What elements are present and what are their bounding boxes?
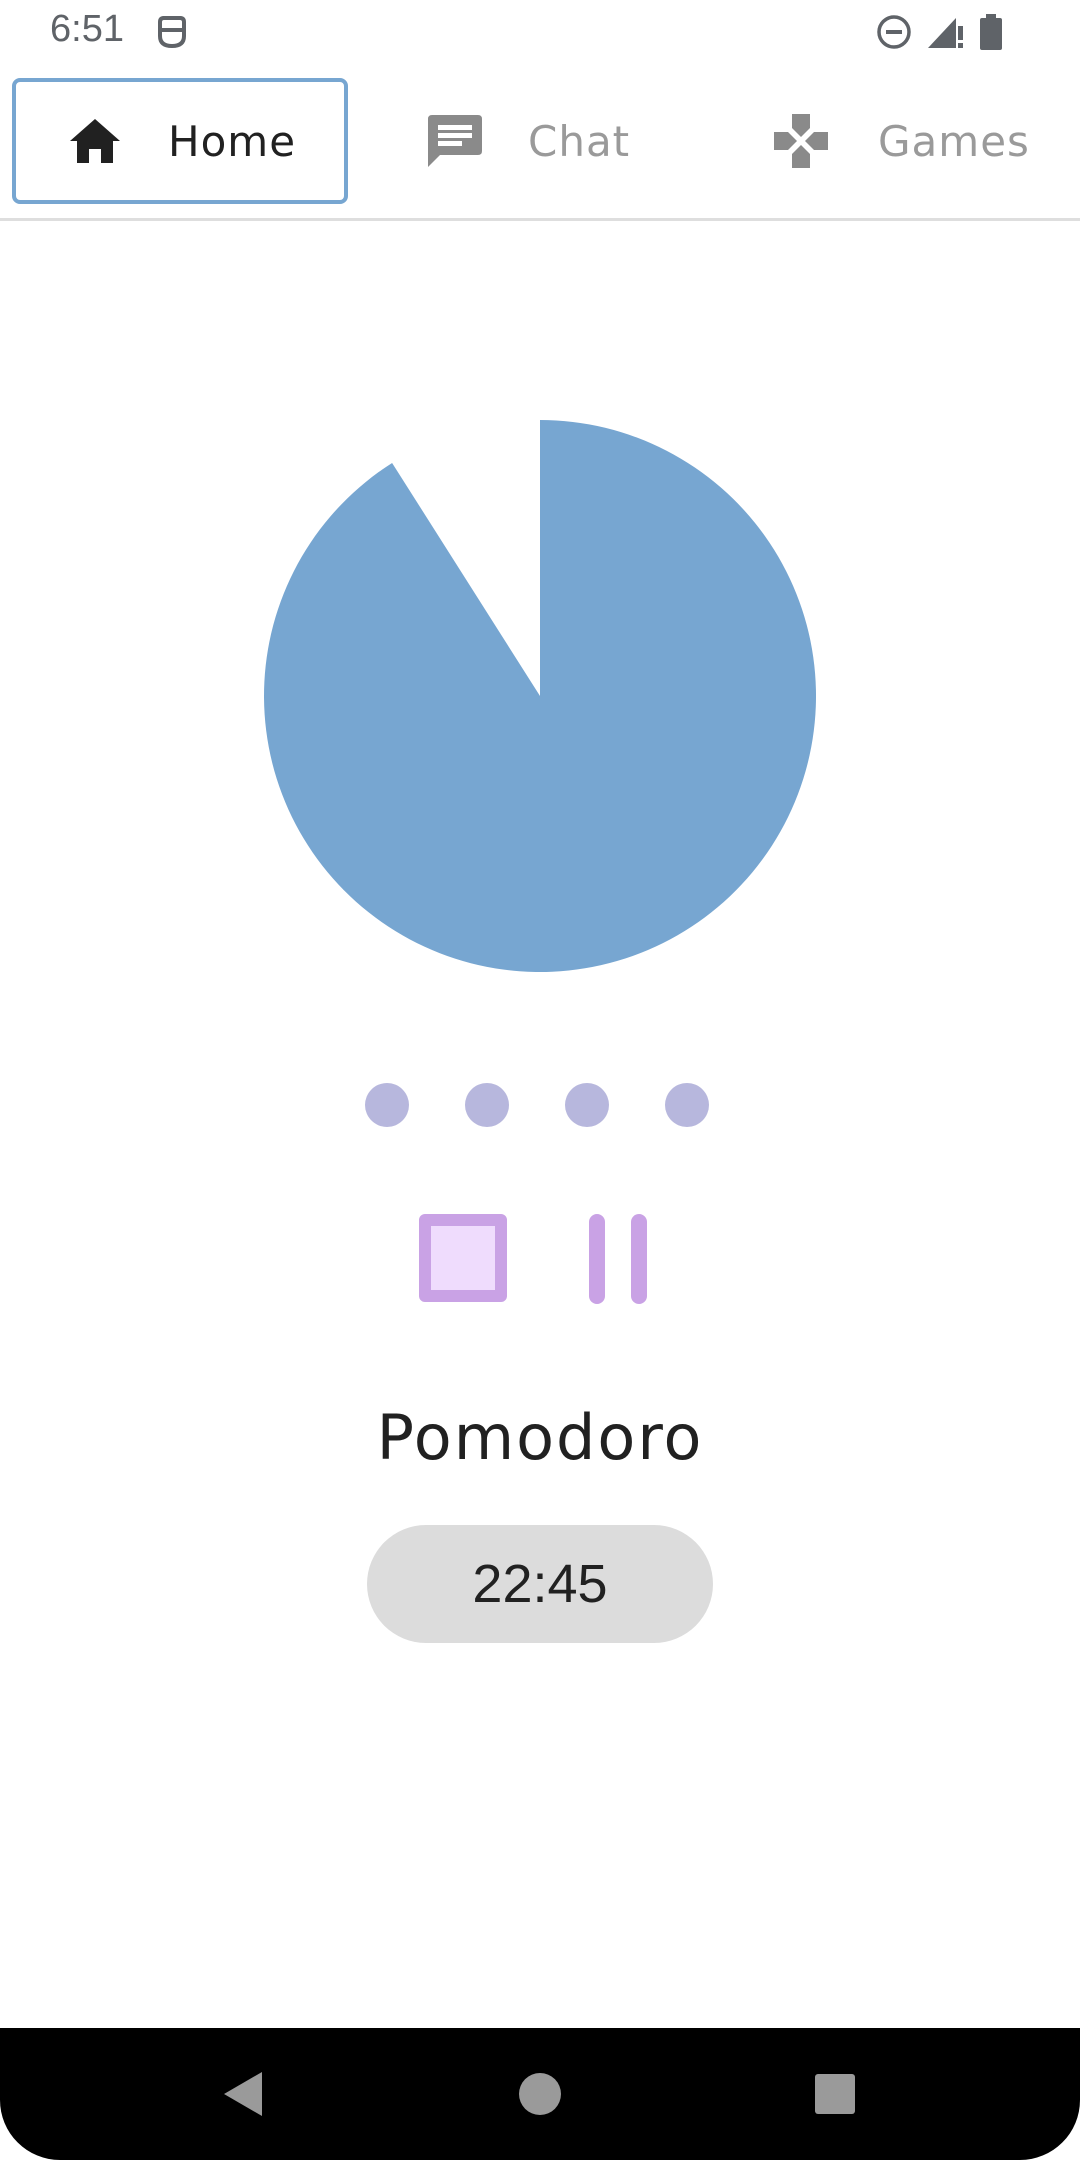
status-bar: 6:51 [0, 0, 1080, 66]
do-not-disturb-icon [876, 12, 912, 56]
status-time: 6:51 [50, 8, 124, 50]
gamepad-icon [766, 112, 836, 170]
session-dot [665, 1083, 709, 1127]
chat-icon [420, 113, 490, 169]
time-remaining: 22:45 [367, 1525, 713, 1643]
pause-bar [589, 1214, 605, 1304]
tab-games-label: Games [878, 116, 1030, 166]
timer-remaining-slice [264, 420, 816, 972]
tab-home[interactable]: Home [12, 78, 348, 204]
home-icon [62, 117, 128, 165]
tab-games[interactable]: Games [766, 78, 1066, 204]
home-circle-icon[interactable] [518, 2072, 562, 2120]
top-tab-bar: Home Chat Games [0, 66, 1080, 221]
recents-icon[interactable] [814, 2073, 856, 2119]
pause-button[interactable] [585, 1214, 649, 1304]
timer-controls [0, 1214, 1080, 1304]
timer-pie [264, 420, 816, 972]
app-notification-icon [156, 12, 188, 56]
stop-button[interactable] [419, 1214, 507, 1302]
session-dot [365, 1083, 409, 1127]
system-nav-bar [0, 2028, 1080, 2160]
timer-title: Pomodoro [376, 1401, 704, 1474]
session-dot [565, 1083, 609, 1127]
back-icon[interactable] [222, 2070, 264, 2122]
session-dots [365, 1083, 709, 1127]
battery-icon [978, 12, 1004, 56]
signal-no-data-icon [926, 12, 966, 56]
tab-chat-label: Chat [528, 116, 631, 166]
tab-chat[interactable]: Chat [420, 78, 680, 204]
session-dot [465, 1083, 509, 1127]
main-content: Pomodoro 22:45 [0, 221, 1080, 2028]
tab-home-label: Home [168, 116, 297, 166]
pause-bar [631, 1214, 647, 1304]
